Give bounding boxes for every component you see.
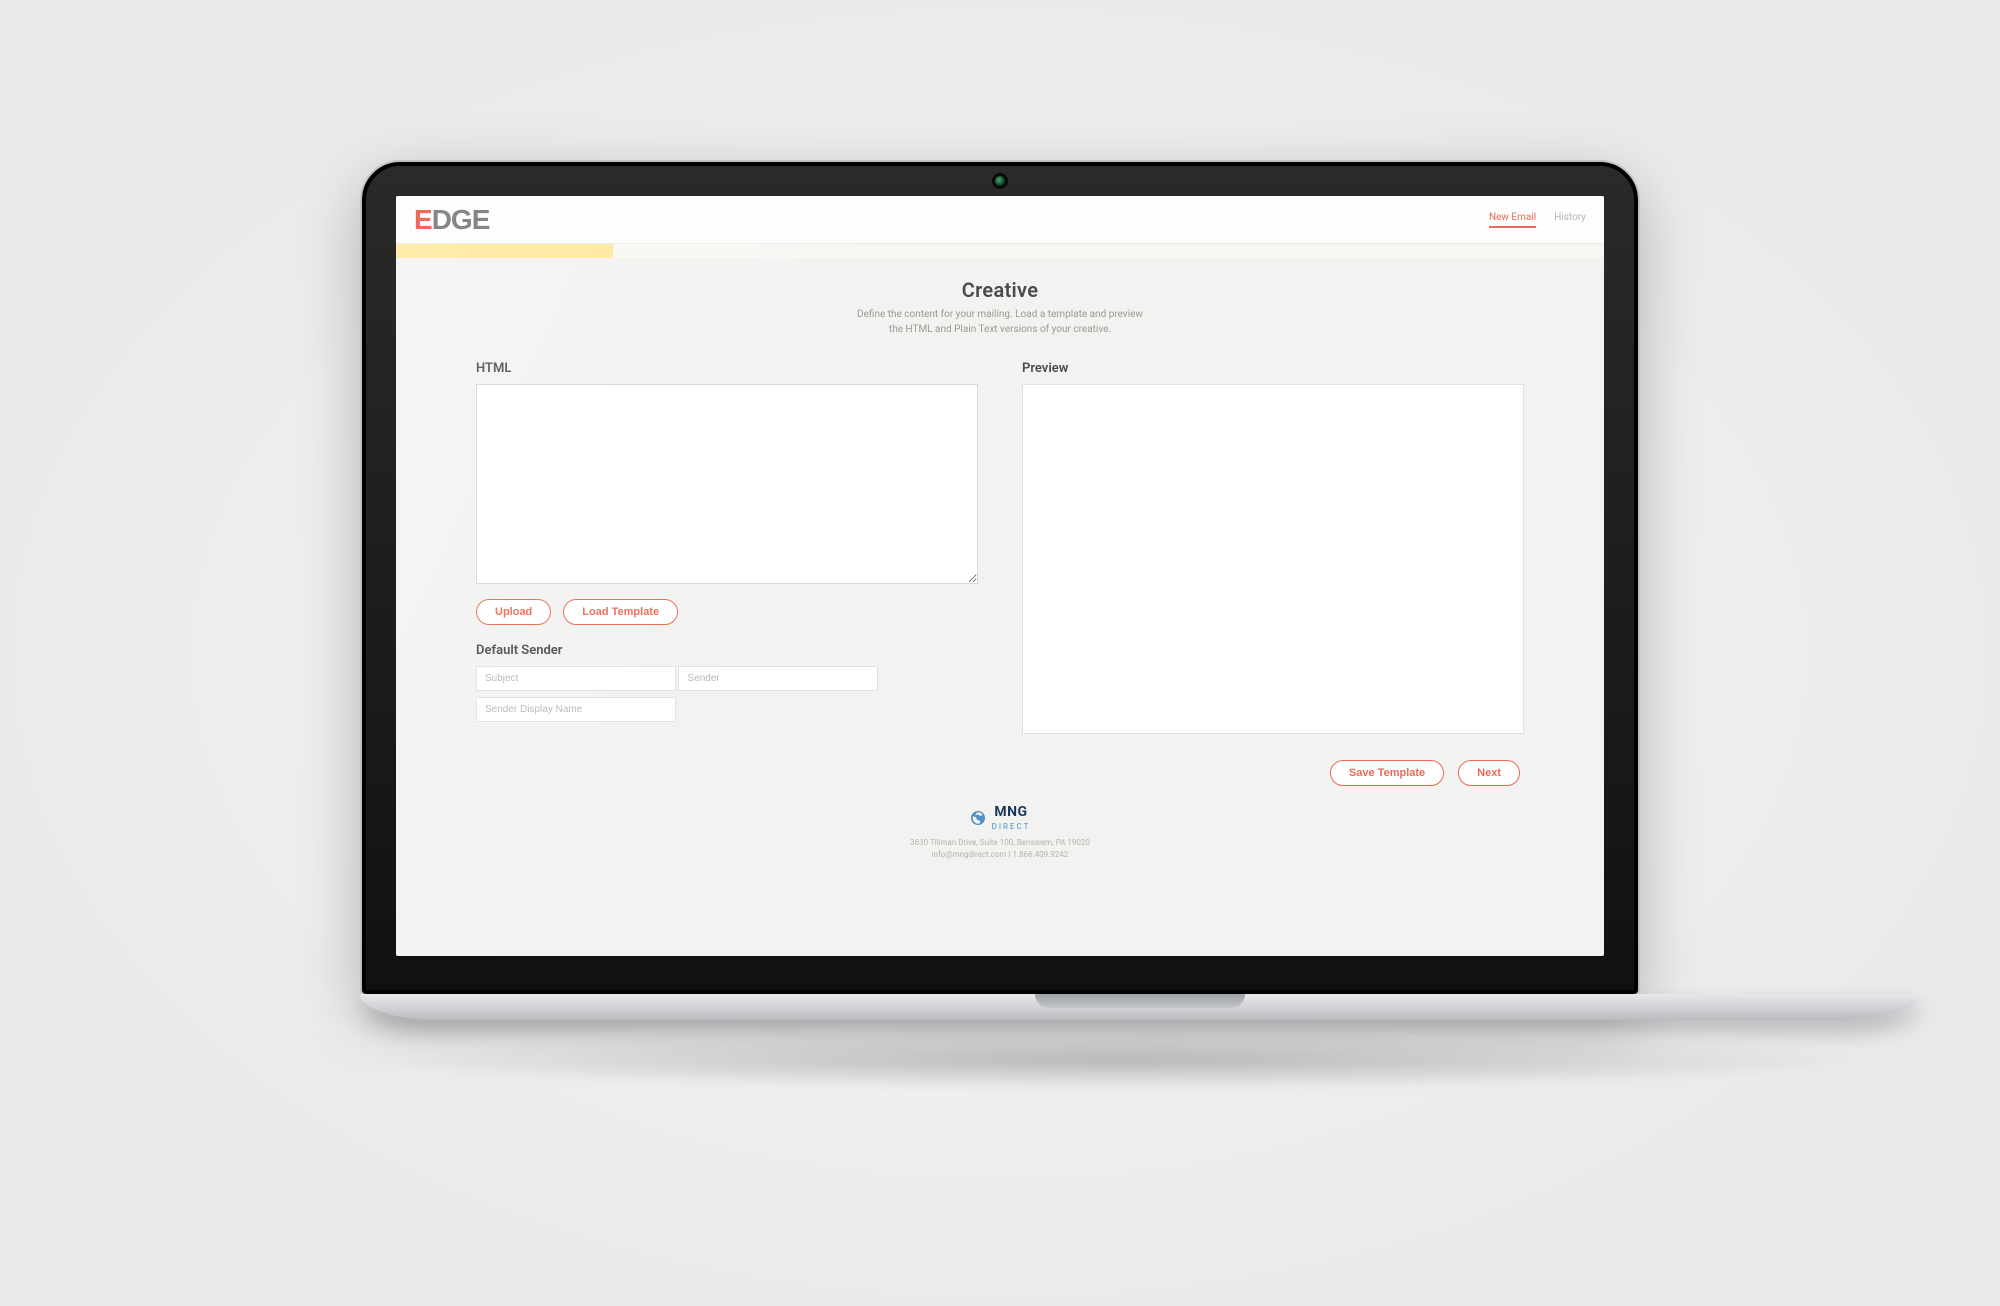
save-template-button[interactable]: Save Template: [1330, 760, 1444, 786]
footer-contact: info@mngdirect.com | 1.866.409.9242: [476, 849, 1524, 861]
sender-display-name-field[interactable]: [476, 697, 676, 722]
left-column: HTML Upload Load Template Default Sender: [476, 361, 978, 734]
brand-logo: EDGE: [414, 204, 489, 236]
page-subtitle: Define the content for your mailing. Loa…: [820, 308, 1180, 337]
upload-button[interactable]: Upload: [476, 599, 551, 625]
footer-company-sub: DIRECT: [992, 821, 1031, 833]
footer-address: 3630 Tillman Drive, Suite 100, Bensalem,…: [476, 837, 1524, 849]
laptop-notch: [1035, 994, 1245, 1008]
html-label: HTML: [476, 361, 978, 376]
nav-new-email[interactable]: New Email: [1489, 212, 1536, 228]
globe-icon: [970, 810, 986, 826]
laptop-base: [360, 994, 1920, 1020]
next-button[interactable]: Next: [1458, 760, 1520, 786]
default-sender-label: Default Sender: [476, 643, 978, 658]
footer: MNG DIRECT 3630 Tillman Drive, Suite 100…: [476, 786, 1524, 871]
load-template-button[interactable]: Load Template: [563, 599, 678, 625]
laptop-shadow: [360, 1030, 1880, 1090]
laptop-mockup: EDGE New Email History Creative Define t…: [360, 160, 1640, 1090]
subject-field[interactable]: [476, 666, 676, 691]
preview-panel: [1022, 384, 1524, 734]
page-title: Creative: [476, 278, 1524, 302]
footer-logo: MNG DIRECT: [476, 802, 1524, 833]
footer-company: MNG: [994, 804, 1027, 820]
columns: HTML Upload Load Template Default Sender: [476, 361, 1524, 734]
bottom-actions: Save Template Next: [476, 760, 1524, 786]
laptop-bezel: EDGE New Email History Creative Define t…: [360, 160, 1640, 996]
progress-bar: [396, 244, 1604, 258]
html-buttons: Upload Load Template: [476, 599, 978, 625]
top-nav: New Email History: [1489, 212, 1586, 228]
screen: EDGE New Email History Creative Define t…: [396, 196, 1604, 956]
subtitle-line: the HTML and Plain Text versions of your…: [889, 324, 1111, 335]
content-area: Creative Define the content for your mai…: [396, 258, 1604, 956]
app-root: EDGE New Email History Creative Define t…: [396, 196, 1604, 956]
subtitle-line: Define the content for your mailing. Loa…: [857, 309, 1143, 320]
progress-fill: [396, 244, 613, 258]
right-column: Preview: [1022, 361, 1524, 734]
sender-field[interactable]: [678, 666, 878, 691]
nav-history[interactable]: History: [1554, 212, 1586, 228]
preview-label: Preview: [1022, 361, 1524, 376]
topbar: EDGE New Email History: [396, 196, 1604, 244]
camera-icon: [995, 176, 1005, 186]
html-input[interactable]: [476, 384, 978, 584]
